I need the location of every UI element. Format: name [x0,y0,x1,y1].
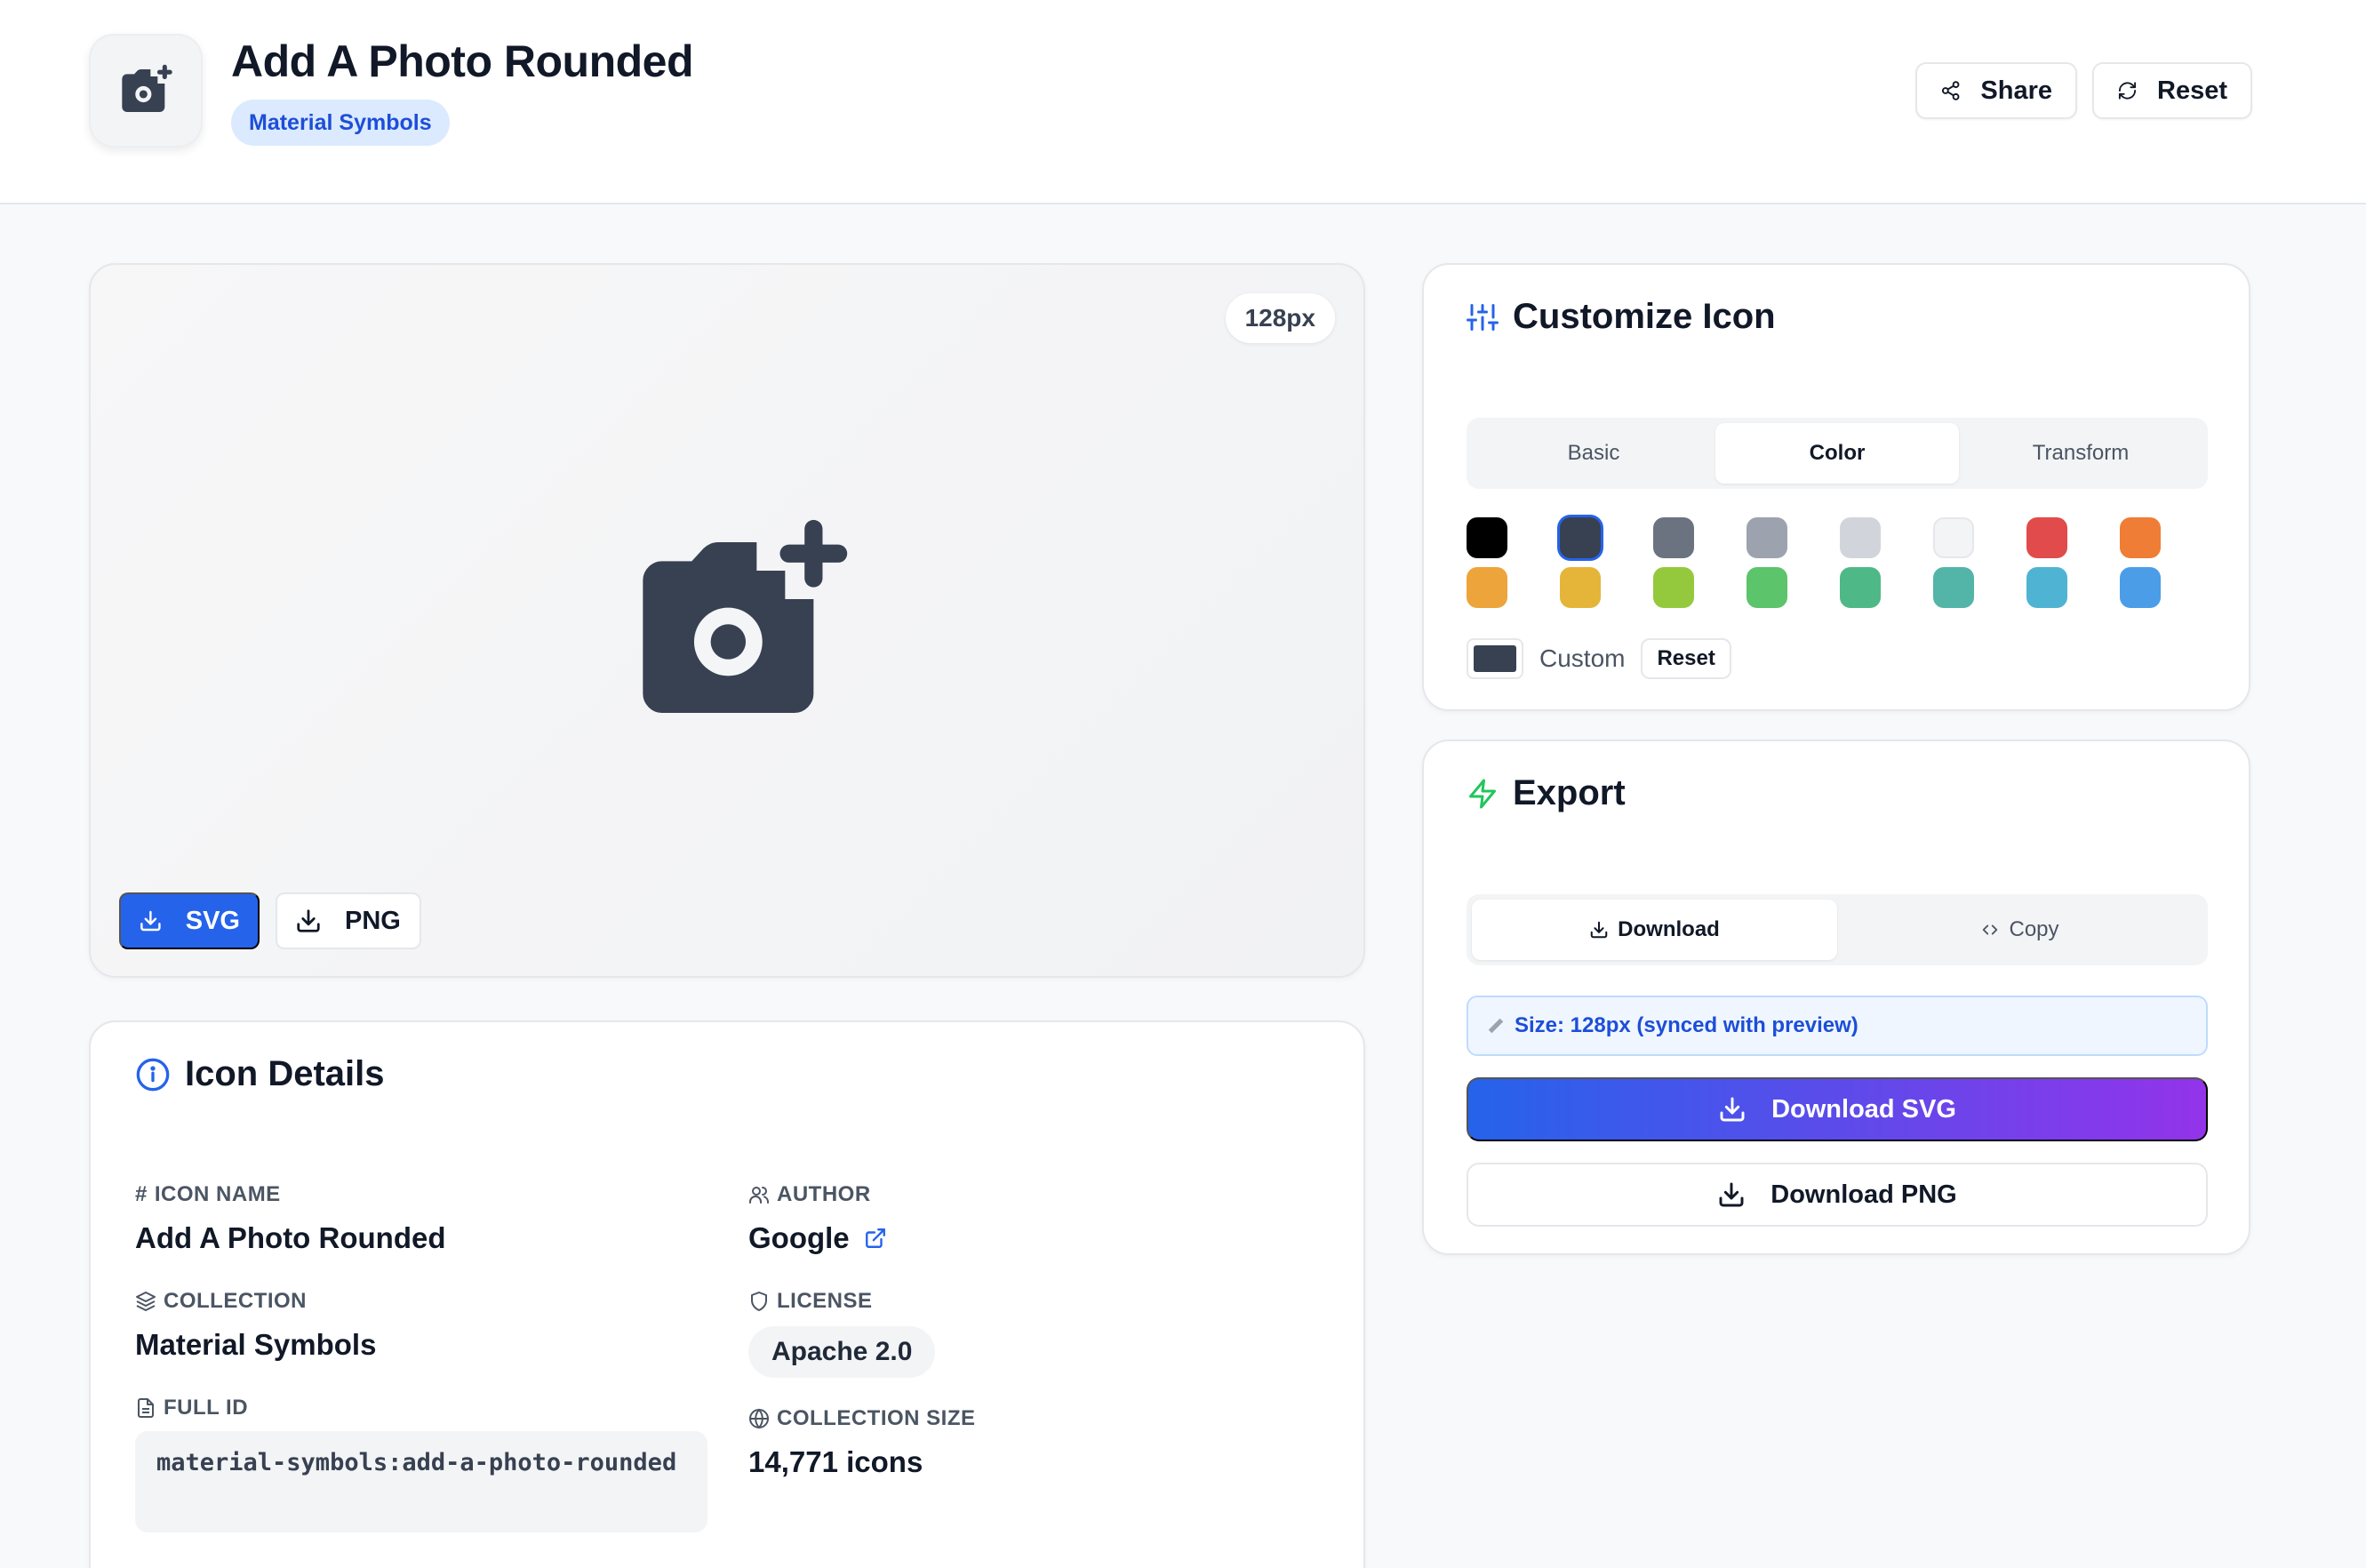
color-swatch[interactable] [1467,517,1507,558]
external-link-icon [865,1228,885,1248]
sliders-icon [1467,303,1499,331]
customize-title: Customize Icon [1467,297,1776,337]
share-label: Share [1980,76,2052,105]
shield-icon [751,1292,767,1311]
collection-badge[interactable]: Material Symbols [231,100,450,146]
download-svg-main-button[interactable]: Download SVG [1467,1077,2208,1141]
color-reset-button[interactable]: Reset [1641,638,1731,679]
page-header: Add A Photo Rounded Material Symbols Sha… [0,0,2366,204]
color-swatch[interactable] [1933,517,1974,558]
color-swatch[interactable] [1747,567,1787,608]
color-swatch[interactable] [2120,567,2161,608]
share-button[interactable]: Share [1915,62,2077,119]
file-icon [138,1398,154,1418]
custom-label: Custom [1539,644,1626,672]
color-swatch[interactable] [2120,517,2161,558]
ruler-icon [1488,1018,1504,1034]
export-tabs: Download Copy [1467,894,2208,965]
layers-icon [136,1292,156,1311]
color-swatch[interactable] [1653,567,1694,608]
share-icon [1941,81,1960,100]
color-swatch[interactable] [1467,567,1507,608]
download-png-main-button[interactable]: Download PNG [1467,1163,2208,1227]
color-swatch[interactable] [1840,517,1881,558]
color-swatch[interactable] [2026,567,2067,608]
add-a-photo-icon [643,519,848,713]
customize-tabs: Basic Color Transform [1467,418,2208,489]
preview-card: 128px SVG PNG [89,263,1365,978]
author-link[interactable]: Google [748,1221,887,1255]
code-icon [1983,924,1998,935]
color-swatch[interactable] [1653,517,1694,558]
color-swatch[interactable] [1560,517,1601,558]
download-svg-button[interactable]: SVG [119,892,260,949]
color-swatch[interactable] [1747,517,1787,558]
download-png-button[interactable]: PNG [276,892,421,949]
icon-details-card: Icon Details # ICON NAME Add A Photo Rou… [89,1020,1365,1568]
custom-color-preview [1474,645,1516,672]
png-label: PNG [345,906,401,935]
svg-label: SVG [185,906,240,935]
download-icon [297,909,320,932]
color-swatch[interactable] [1933,567,1974,608]
info-icon [136,1058,170,1091]
hash-icon: # [135,1182,148,1206]
export-card: Export Download Copy Size: 128px (synced… [1422,740,2250,1255]
custom-color-picker[interactable] [1467,638,1523,679]
page-title: Add A Photo Rounded [231,36,694,86]
full-id-value[interactable]: material-symbols:add-a-photo-rounded [135,1431,707,1532]
preview-size-badge: 128px [1225,293,1335,343]
zap-icon [1469,779,1496,808]
customize-card: Customize Icon Basic Color Transform Cus… [1422,263,2250,711]
download-icon [1720,1097,1745,1122]
size-sync-note: Size: 128px (synced with preview) [1467,996,2208,1056]
add-a-photo-icon [122,64,172,112]
globe-icon [749,1408,769,1429]
collection-size-label: COLLECTION SIZE [748,1406,976,1431]
icon-name-label: # ICON NAME [135,1182,281,1206]
collection-label: COLLECTION [135,1289,307,1314]
tab-copy[interactable]: Copy [1837,900,2202,960]
author-label: AUTHOR [748,1182,871,1207]
license-badge: Apache 2.0 [748,1326,936,1378]
color-swatch[interactable] [1840,567,1881,608]
users-icon [749,1187,769,1204]
tab-basic[interactable]: Basic [1472,423,1715,484]
reset-label: Reset [2157,76,2227,105]
tab-transform[interactable]: Transform [1959,423,2202,484]
tab-color[interactable]: Color [1715,423,1959,484]
collection-size-value: 14,771 icons [748,1445,923,1478]
color-swatch[interactable] [1560,567,1601,608]
header-icon-tile [89,34,203,148]
full-id-label: FULL ID [135,1396,248,1420]
refresh-icon [2118,82,2137,100]
download-icon [140,910,161,932]
download-icon [1590,921,1608,939]
icon-name-value: Add A Photo Rounded [135,1221,446,1254]
reset-button[interactable]: Reset [2092,62,2252,119]
color-swatch-grid [1467,517,2178,608]
details-title: Icon Details [135,1054,385,1094]
color-swatch[interactable] [2026,517,2067,558]
export-title: Export [1467,773,1626,813]
tab-download[interactable]: Download [1472,900,1837,960]
download-icon [1719,1182,1744,1207]
custom-color-row: Custom Reset [1467,638,1731,679]
license-label: LICENSE [748,1289,873,1314]
collection-value: Material Symbols [135,1328,377,1361]
